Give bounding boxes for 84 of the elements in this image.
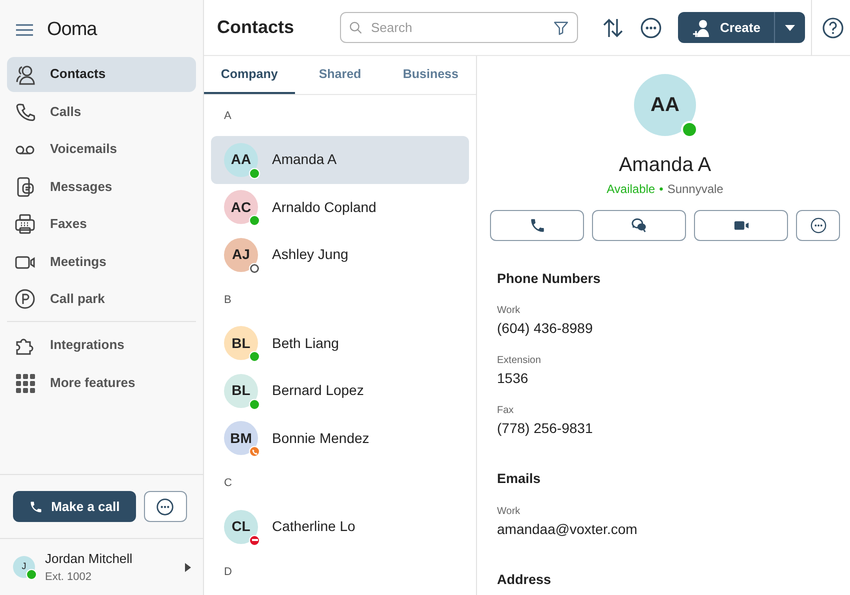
contact-row[interactable]: BL Bernard Lopez: [211, 367, 469, 414]
fax-icon: [14, 213, 36, 235]
field-label: Fax: [497, 404, 515, 418]
contact-avatar: BL: [224, 326, 258, 360]
search-field[interactable]: Search: [340, 12, 578, 43]
chat-bubbles-icon: [630, 217, 648, 234]
grid-icon: [14, 372, 36, 394]
nav-item[interactable]: Messages: [7, 169, 196, 204]
field-label: Work: [497, 304, 522, 318]
sort-icon[interactable]: [602, 16, 624, 38]
video-call-button[interactable]: [694, 210, 788, 241]
field-value: (778) 256-9831: [497, 419, 594, 438]
more-icon: [810, 217, 826, 234]
message-button[interactable]: [592, 210, 686, 241]
more-icon: [156, 498, 174, 516]
contact-avatar: AA: [634, 74, 696, 136]
contact-name: Arnaldo Copland: [272, 198, 376, 217]
more-options-button[interactable]: [796, 210, 840, 241]
filter-icon[interactable]: [553, 20, 569, 36]
section-title: Address: [497, 570, 552, 588]
contact-avatar: AA: [224, 142, 258, 177]
section-title: Phone Numbers: [497, 270, 602, 288]
section-letter: D: [223, 564, 233, 580]
tab[interactable]: Company: [204, 56, 295, 94]
contact-name: Amanda A: [272, 150, 337, 170]
search-icon: [349, 20, 363, 34]
contact-avatar: AC: [224, 190, 258, 224]
help-icon[interactable]: [822, 16, 844, 38]
nav-item[interactable]: Voicemails: [7, 132, 196, 166]
contact-row[interactable]: AJ Ashley Jung: [211, 231, 469, 278]
section-letter: B: [223, 292, 232, 308]
contact-row[interactable]: BL Beth Liang: [211, 320, 469, 367]
nav-item[interactable]: Call park: [7, 282, 196, 316]
section-letter: C: [223, 476, 233, 491]
user-avatar: J: [13, 556, 35, 578]
caret-icon: [785, 24, 796, 30]
section-title: Emails: [497, 470, 542, 488]
contact-avatar: CL: [224, 510, 258, 544]
section-letter: A: [223, 109, 232, 124]
separator-dot: •: [659, 181, 664, 198]
location-text: Sunnyvale: [667, 181, 724, 198]
field-label: Extension: [497, 354, 542, 368]
user-name: Jordan Mitchell: [45, 550, 134, 568]
contacts-icon: [14, 63, 36, 85]
search-input[interactable]: Search: [369, 16, 547, 38]
contact-name: Amanda A: [618, 153, 712, 178]
field-value: 1536: [497, 369, 530, 388]
tab[interactable]: Business: [385, 56, 476, 94]
field-value: amandaa@voxter.com: [497, 520, 638, 538]
more-options-button[interactable]: [144, 491, 187, 522]
page-title: Contacts: [216, 16, 296, 39]
parking-icon: [14, 288, 36, 310]
make-call-button[interactable]: Make a call: [13, 491, 136, 522]
phone-icon: [528, 217, 546, 234]
more-icon[interactable]: [640, 16, 662, 38]
contact-name: Bernard Lopez: [272, 381, 364, 400]
contact-row[interactable]: BM Bonnie Mendez: [211, 414, 469, 462]
nav-item[interactable]: Integrations: [7, 328, 196, 362]
menu-icon[interactable]: [16, 24, 33, 36]
add-person-icon: [692, 18, 712, 38]
contact-name: Catherline Lo: [272, 517, 356, 536]
nav-item[interactable]: More features: [7, 365, 196, 400]
tab[interactable]: Shared: [294, 56, 386, 94]
nav-item[interactable]: Faxes: [7, 206, 196, 242]
contact-name: Beth Liang: [272, 334, 339, 353]
contact-row[interactable]: AC Arnaldo Copland: [211, 184, 469, 231]
field-label: Work: [497, 504, 522, 518]
contact-row[interactable]: AA Amanda A: [211, 136, 469, 184]
contact-row[interactable]: CL Catherline Lo: [211, 503, 469, 550]
user-extension: Ext. 1002: [45, 570, 92, 584]
contact-avatar: BM: [224, 421, 258, 456]
phone-icon: [29, 500, 44, 514]
contact-name: Ashley Jung: [272, 245, 348, 264]
caret-icon[interactable]: [185, 562, 191, 572]
contact-name: Bonnie Mendez: [272, 428, 370, 448]
nav-item[interactable]: Contacts: [7, 56, 196, 92]
call-button[interactable]: [490, 210, 584, 241]
nav-item[interactable]: Meetings: [7, 244, 196, 279]
app-logo: Ooma: [47, 18, 97, 42]
field-value: (604) 436-8989: [497, 319, 594, 338]
availability-status: Available: [606, 181, 656, 198]
contact-avatar: AJ: [224, 238, 258, 272]
contact-avatar: BL: [224, 374, 258, 408]
nav-item[interactable]: Calls: [7, 94, 196, 129]
